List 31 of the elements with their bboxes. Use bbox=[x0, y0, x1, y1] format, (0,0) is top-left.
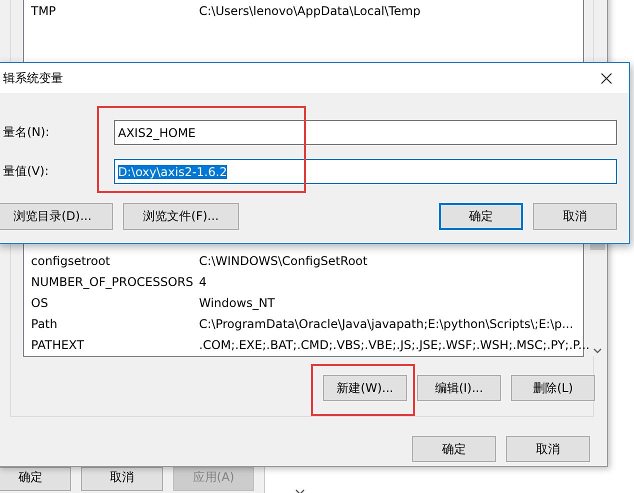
variable-value[interactable]: C:\Users\lenovo\AppData\Local\Temp bbox=[199, 4, 583, 18]
button[interactable]: 确定 bbox=[0, 467, 72, 491]
button[interactable]: 新建(W)... bbox=[323, 375, 407, 401]
variable-value[interactable]: .COM;.EXE;.BAT;.CMD;.VBS;.VBE;.JS;.JSE;.WSF;.WSH;.MSC;.PY;.P... bbox=[199, 338, 590, 352]
variable-name[interactable]: OS bbox=[24, 296, 199, 310]
input-field[interactable]: D:\oxy\axis2-1.6.2 bbox=[114, 159, 617, 184]
variable-value[interactable]: 4 bbox=[199, 274, 590, 288]
field-label: 量名(N): bbox=[2, 124, 50, 141]
variable-name[interactable]: NUMBER_OF_PROCESSORS bbox=[24, 274, 199, 288]
button[interactable]: 取消 bbox=[506, 436, 590, 462]
variable-name[interactable]: PATHEXT bbox=[24, 338, 199, 352]
variable-name[interactable]: TMP bbox=[24, 4, 199, 18]
button[interactable]: 编辑(I)... bbox=[417, 375, 501, 401]
variable-name[interactable]: Path bbox=[24, 316, 199, 330]
button[interactable]: 确定 bbox=[412, 436, 496, 462]
window-title: 辑系统变量 bbox=[3, 70, 63, 86]
input-field[interactable]: AXIS2_HOME bbox=[114, 120, 617, 145]
variable-value[interactable]: Windows_NT bbox=[199, 296, 590, 310]
variable-value[interactable]: C:\ProgramData\Oracle\Java\javapath;E:\python\Scripts\;E:\p... bbox=[199, 316, 590, 330]
button[interactable]: 取消 bbox=[81, 467, 163, 491]
variable-value[interactable]: C:\WINDOWS\ConfigSetRoot bbox=[199, 254, 590, 268]
variable-name[interactable]: configsetroot bbox=[24, 254, 199, 268]
button[interactable]: 确定 bbox=[439, 203, 523, 230]
button[interactable]: 删除(L) bbox=[511, 375, 595, 401]
button[interactable]: 取消 bbox=[533, 203, 617, 230]
chevron-down-icon[interactable] bbox=[592, 348, 602, 354]
field-label: 量值(V): bbox=[2, 163, 49, 180]
button[interactable]: 浏览目录(D)... bbox=[0, 203, 113, 230]
chevron-down-icon bbox=[295, 489, 306, 493]
close-icon bbox=[600, 72, 612, 84]
button[interactable]: 浏览文件(F)... bbox=[123, 203, 239, 230]
